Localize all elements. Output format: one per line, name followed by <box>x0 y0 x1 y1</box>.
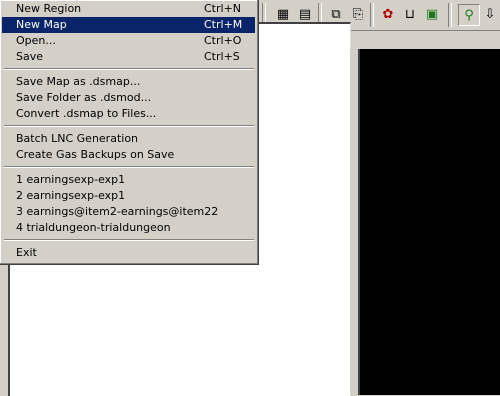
menu-item-new-map[interactable]: New Map Ctrl+M <box>2 17 255 33</box>
menu-item-label: Convert .dsmap to Files... <box>16 107 157 120</box>
menu-item-shortcut: Ctrl+S <box>204 50 240 63</box>
menu-item-shortcut: Ctrl+M <box>204 18 243 31</box>
map-icon[interactable]: ▣ <box>422 4 442 24</box>
file-menu: New Region Ctrl+N New Map Ctrl+M Open...… <box>0 0 259 265</box>
menu-item-recent-1[interactable]: 1 earningsexp-exp1 <box>2 172 255 188</box>
toolbar-separator <box>370 3 374 27</box>
menu-item-batch-lnc[interactable]: Batch LNC Generation <box>2 131 255 147</box>
grid-alt-icon[interactable]: ▤ <box>295 4 315 24</box>
menu-item-open[interactable]: Open... Ctrl+O <box>2 33 255 49</box>
menu-item-recent-3[interactable]: 3 earnings@item2-earnings@item22 <box>2 204 255 220</box>
toolbar-separator <box>448 3 452 27</box>
arrow-down-icon[interactable]: ⇩ <box>480 4 500 24</box>
menu-item-recent-4[interactable]: 4 trialdungeon-trialdungeon <box>2 220 255 236</box>
grid-icon[interactable]: ▦ <box>273 4 293 24</box>
menu-item-label: Exit <box>16 246 37 259</box>
menu-item-save-map-as[interactable]: Save Map as .dsmap... <box>2 74 255 90</box>
menu-separator <box>4 239 254 241</box>
settings-icon[interactable]: ✿ <box>378 4 398 24</box>
menu-separator <box>4 125 254 127</box>
menu-separator <box>4 166 254 168</box>
menu-item-label: Create Gas Backups on Save <box>16 148 175 161</box>
menu-item-save[interactable]: Save Ctrl+S <box>2 49 255 65</box>
menu-item-label: Save Folder as .dsmod... <box>16 91 152 104</box>
link-icon[interactable]: ⚲ <box>458 4 480 26</box>
menu-item-label: Open... <box>16 34 56 47</box>
menu-item-new-region[interactable]: New Region Ctrl+N <box>2 1 255 17</box>
menu-item-save-folder-as[interactable]: Save Folder as .dsmod... <box>2 90 255 106</box>
splitter[interactable] <box>350 49 356 395</box>
copy-icon[interactable]: ⧉ <box>326 4 346 24</box>
menu-item-label: Save <box>16 50 44 63</box>
menu-item-label: Batch LNC Generation <box>16 132 139 145</box>
preview-panel[interactable] <box>358 49 500 395</box>
menu-item-label: 3 earnings@item2-earnings@item22 <box>16 205 219 218</box>
bucket-icon[interactable]: ⊔ <box>400 4 420 24</box>
menu-item-label: New Map <box>16 18 67 31</box>
menu-item-exit[interactable]: Exit <box>2 245 255 261</box>
menu-item-shortcut: Ctrl+N <box>204 2 242 15</box>
paste-icon[interactable]: ⎘ <box>348 4 368 24</box>
menu-item-label: New Region <box>16 2 82 15</box>
menu-item-label: 4 trialdungeon-trialdungeon <box>16 221 171 234</box>
menu-item-convert-dsmap[interactable]: Convert .dsmap to Files... <box>2 106 255 122</box>
menu-item-label: 1 earningsexp-exp1 <box>16 173 126 186</box>
menu-item-recent-2[interactable]: 2 earningsexp-exp1 <box>2 188 255 204</box>
menu-item-shortcut: Ctrl+O <box>204 34 242 47</box>
menu-item-gas-backups[interactable]: Create Gas Backups on Save <box>2 147 255 163</box>
menu-item-label: Save Map as .dsmap... <box>16 75 141 88</box>
menu-separator <box>4 68 254 70</box>
menu-item-label: 2 earningsexp-exp1 <box>16 189 126 202</box>
